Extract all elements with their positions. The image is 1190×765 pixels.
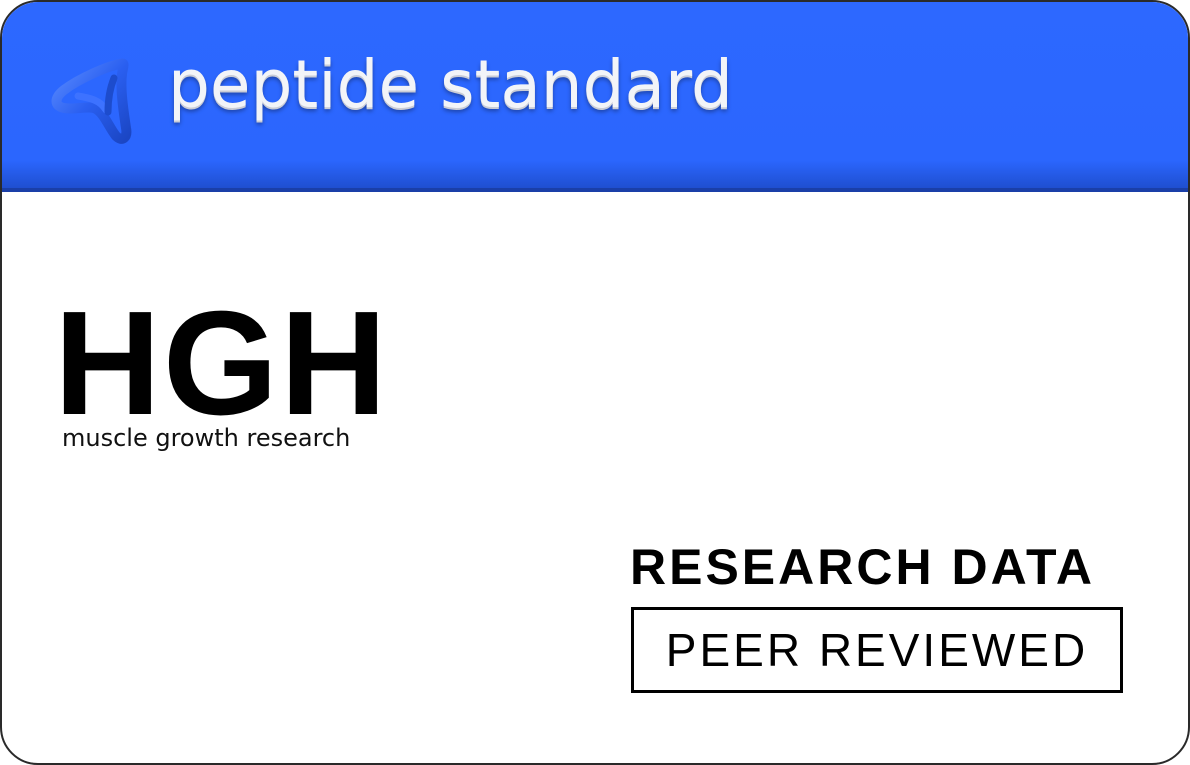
research-data-heading: RESEARCH DATA (630, 539, 1095, 595)
peer-reviewed-badge: PEER REVIEWED (631, 607, 1123, 693)
brand-name: peptide standard (168, 46, 733, 123)
brand-header: peptide standard (2, 2, 1188, 192)
tri-loop-logo-icon (50, 56, 134, 146)
peer-reviewed-label: PEER REVIEWED (665, 624, 1089, 676)
product-label-card: peptide standard HGH muscle growth resea… (0, 0, 1190, 765)
product-title: HGH (54, 281, 389, 446)
product-subtitle: muscle growth research (62, 424, 351, 452)
